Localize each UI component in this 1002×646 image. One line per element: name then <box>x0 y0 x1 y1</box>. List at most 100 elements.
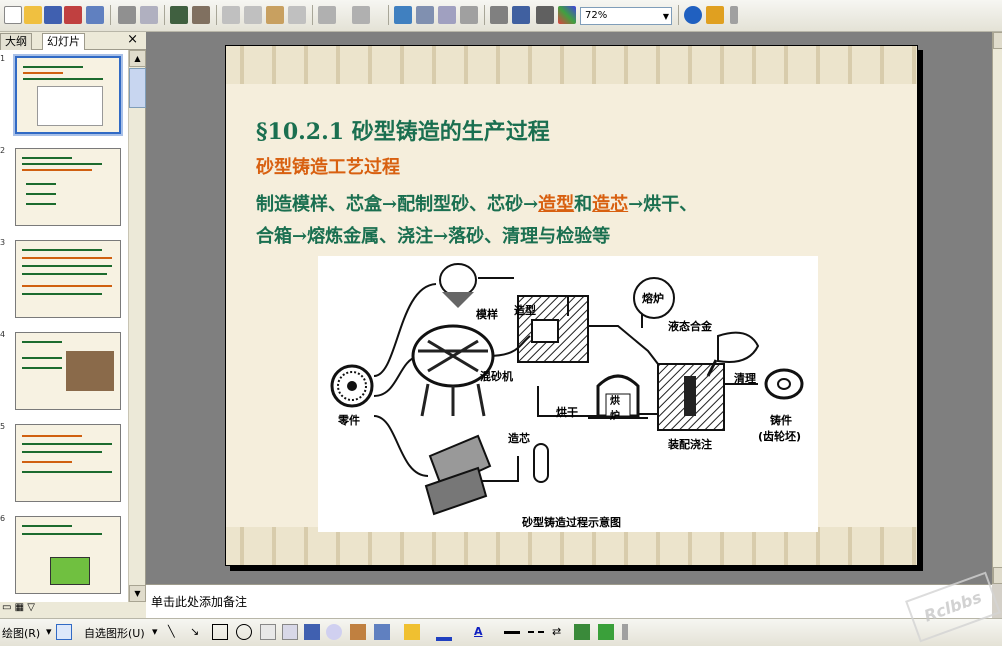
select-objects-icon[interactable] <box>56 624 72 640</box>
slide-sorter-icon[interactable]: ▦ <box>15 602 24 613</box>
arrow-style-icon[interactable]: ⇄ <box>552 625 561 638</box>
slide-canvas[interactable]: §10.2.1 砂型铸造的生产过程 砂型铸造工艺过程 制造模样、芯盒→配制型砂、… <box>225 45 918 566</box>
dash-style-icon[interactable] <box>528 631 544 635</box>
3d-style-icon[interactable] <box>598 624 614 640</box>
textbox-icon[interactable] <box>260 624 276 640</box>
line-icon[interactable]: ╲ <box>168 625 175 638</box>
thumbnail-number: 2 <box>0 146 6 155</box>
clip-art-icon[interactable] <box>350 624 366 640</box>
scroll-down-icon[interactable]: ▼ <box>129 585 146 602</box>
normal-view-icon[interactable]: ▭ <box>2 602 11 613</box>
office-assistant-icon[interactable] <box>706 6 724 24</box>
scroll-thumb[interactable] <box>129 68 146 108</box>
color-grayscale-icon[interactable] <box>558 6 576 24</box>
casting-process-diagram[interactable]: 模样 造型 熔炉 液态合金 混砂机 零件 烘干 烘 炉 清理 铸件 (齿轮坯) … <box>318 256 818 532</box>
label-qingli: 清理 <box>734 372 756 385</box>
label-chilunpi: (齿轮坯) <box>758 430 802 443</box>
scroll-up-icon[interactable]: ▲ <box>129 50 146 67</box>
research-icon[interactable] <box>192 6 210 24</box>
oval-icon[interactable] <box>236 624 252 640</box>
zoom-select[interactable]: 72% ▼ <box>580 7 672 25</box>
slide-show-icon[interactable]: ▽ <box>27 602 35 613</box>
editor-scrollbar[interactable] <box>992 32 1002 584</box>
label-zaoxing: 造型 <box>514 304 536 317</box>
label-moyang: 模样 <box>476 308 498 321</box>
save-icon[interactable] <box>44 6 62 24</box>
scroll-down-icon[interactable] <box>993 567 1002 584</box>
scroll-up-icon[interactable] <box>993 32 1002 49</box>
thumbnail-number: 4 <box>0 330 6 339</box>
tab-slides[interactable]: 幻灯片 <box>42 33 85 50</box>
insert-chart-icon[interactable] <box>394 6 412 24</box>
cut-icon[interactable] <box>222 6 240 24</box>
email-icon[interactable] <box>86 6 104 24</box>
toolbar-options-icon[interactable] <box>622 624 628 640</box>
thumbnail-number: 6 <box>0 514 6 523</box>
fill-color-icon[interactable] <box>404 624 420 640</box>
label-honggan: 烘干 <box>556 406 578 419</box>
open-icon[interactable] <box>24 6 42 24</box>
line-style-icon[interactable] <box>504 631 520 635</box>
slide-thumbnail-5[interactable] <box>15 424 121 502</box>
pane-tabs: 大纲 幻灯片 × <box>0 32 146 50</box>
slide-bottom-border <box>226 527 917 565</box>
redo-icon[interactable] <box>352 6 370 24</box>
thumbnail-number: 1 <box>0 54 6 63</box>
tab-outline[interactable]: 大纲 <box>0 33 32 50</box>
notes-placeholder: 单击此处添加备注 <box>151 595 248 609</box>
notes-pane[interactable]: 单击此处添加备注 <box>146 584 992 618</box>
slide-thumbnail-3[interactable] <box>15 240 121 318</box>
toolbar-options-icon[interactable] <box>730 6 738 24</box>
thumbnail-number: 3 <box>0 238 6 247</box>
show-formatting-icon[interactable] <box>512 6 530 24</box>
rectangle-icon[interactable] <box>212 624 228 640</box>
vertical-textbox-icon[interactable] <box>282 624 298 640</box>
slide-thumbnail-6[interactable] <box>15 516 121 594</box>
label-zhujian: 铸件 <box>770 414 792 427</box>
insert-hyperlink-icon[interactable] <box>460 6 478 24</box>
slide-top-border <box>226 46 917 84</box>
format-painter-icon[interactable] <box>288 6 306 24</box>
wordart-icon[interactable] <box>304 624 320 640</box>
font-color-icon[interactable]: A <box>474 625 483 638</box>
thumbnail-number: 5 <box>0 422 6 431</box>
permission-icon[interactable] <box>64 6 82 24</box>
diagram-icon[interactable] <box>326 624 342 640</box>
label-yetaihejin: 液态合金 <box>668 320 712 333</box>
slide-thumbnail-1[interactable] <box>13 54 123 136</box>
print-icon[interactable] <box>118 6 136 24</box>
shadow-style-icon[interactable] <box>574 624 590 640</box>
expand-all-icon[interactable] <box>490 6 508 24</box>
new-icon[interactable] <box>4 6 22 24</box>
picture-icon[interactable] <box>374 624 390 640</box>
slide-thumbnail-4[interactable] <box>15 332 121 410</box>
autoshapes-menu[interactable]: 自选图形(U) <box>84 625 145 641</box>
slide-title[interactable]: §10.2.1 砂型铸造的生产过程 <box>256 114 550 146</box>
line-color-icon[interactable] <box>436 637 452 641</box>
draw-menu[interactable]: 绘图(R) <box>2 625 40 641</box>
tables-borders-icon[interactable] <box>438 6 456 24</box>
help-icon[interactable] <box>684 6 702 24</box>
thumbnail-scrollbar[interactable]: ▲ ▼ <box>128 50 146 602</box>
slide-editor: §10.2.1 砂型铸造的生产过程 砂型铸造工艺过程 制造模样、芯盒→配制型砂、… <box>146 32 992 584</box>
slide-body-line-2[interactable]: 合箱→熔炼金属、浇注→落砂、清理与检验等 <box>256 222 610 248</box>
slide-thumbnail-2[interactable] <box>15 148 121 226</box>
undo-icon[interactable] <box>318 6 336 24</box>
print-preview-icon[interactable] <box>140 6 158 24</box>
chevron-down-icon[interactable]: ▾ <box>152 625 158 638</box>
arrow-icon[interactable]: ↘ <box>190 625 199 638</box>
close-icon[interactable]: × <box>127 32 138 47</box>
label-zhuangpeijiaozhu: 装配浇注 <box>668 438 712 451</box>
copy-icon[interactable] <box>244 6 262 24</box>
chevron-down-icon[interactable]: ▾ <box>46 625 52 638</box>
slide-body-line-1[interactable]: 制造模样、芯盒→配制型砂、芯砂→造型和造芯→烘干、 <box>256 190 697 216</box>
view-buttons: ▭ ▦ ▽ <box>0 602 146 618</box>
show-grid-icon[interactable] <box>536 6 554 24</box>
spelling-icon[interactable] <box>170 6 188 24</box>
paste-icon[interactable] <box>266 6 284 24</box>
label-hunshaji: 混砂机 <box>480 370 513 383</box>
label-honglu: 烘 炉 <box>610 396 620 422</box>
slide-subtitle[interactable]: 砂型铸造工艺过程 <box>256 153 400 179</box>
diagram-caption: 砂型铸造过程示意图 <box>522 516 621 529</box>
insert-table-icon[interactable] <box>416 6 434 24</box>
